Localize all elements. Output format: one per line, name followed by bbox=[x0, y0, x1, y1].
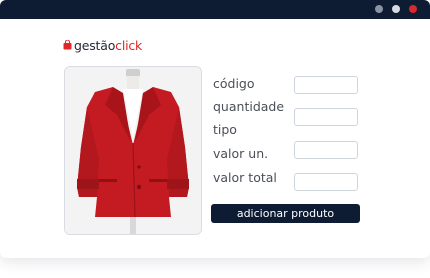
title-bar bbox=[0, 0, 430, 19]
red-coat-image bbox=[65, 67, 201, 234]
maximize-button[interactable] bbox=[392, 5, 400, 13]
brand-name-part1: gestão bbox=[74, 37, 116, 53]
field-label-valor-un: valor un. bbox=[213, 146, 269, 161]
quantidade-input[interactable] bbox=[294, 108, 358, 126]
field-label-codigo: código bbox=[213, 76, 255, 91]
field-label-valor-total: valor total bbox=[213, 170, 277, 185]
valor-total-input[interactable] bbox=[294, 173, 358, 191]
codigo-input[interactable] bbox=[294, 76, 358, 94]
brand-name: gestãoclick bbox=[74, 38, 142, 53]
field-label-quantidade: quantidade bbox=[213, 99, 285, 114]
minimize-button[interactable] bbox=[375, 5, 383, 13]
shopping-bag-icon bbox=[63, 40, 72, 50]
field-label-tipo: tipo bbox=[213, 122, 237, 137]
add-product-button[interactable]: adicionar produto bbox=[211, 204, 360, 223]
valor-un-input[interactable] bbox=[294, 141, 358, 159]
close-button[interactable] bbox=[409, 5, 417, 13]
brand-name-part2: click bbox=[115, 37, 143, 53]
brand-logo: gestãoclick bbox=[63, 37, 142, 53]
product-photo bbox=[64, 66, 202, 235]
app-window: gestãoclick código quantidade tipo valor… bbox=[0, 0, 430, 258]
